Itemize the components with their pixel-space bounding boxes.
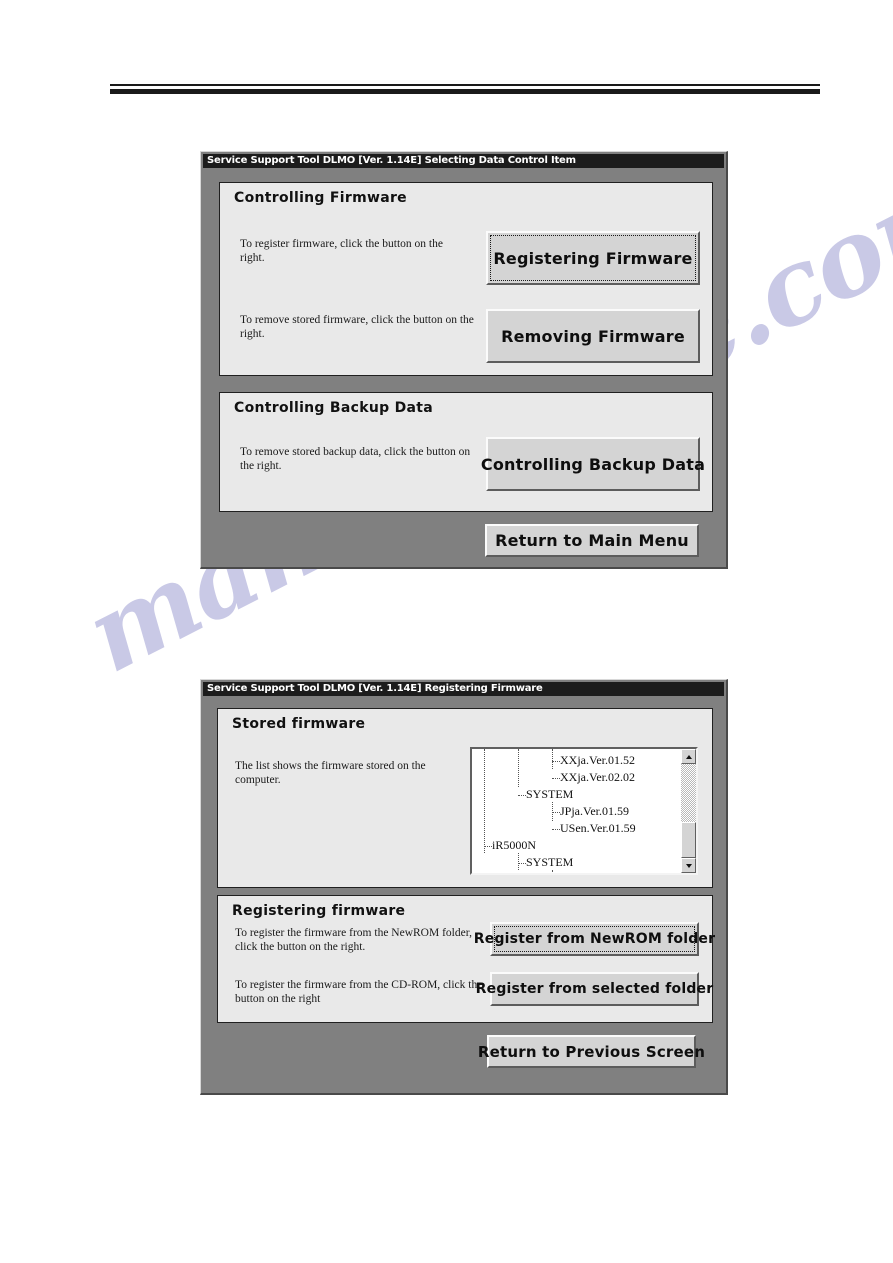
register-from-selected-folder-button-label: Register from selected folder: [475, 981, 714, 997]
tree-node-label: USen.Ver.01.59: [560, 821, 638, 835]
group-registering-firmware-title: Registering firmware: [232, 903, 406, 919]
tree-row[interactable]: SYSTEM: [472, 786, 696, 803]
tree-elbow: [552, 829, 560, 830]
tree-guide-root: [484, 749, 485, 853]
group-registering-firmware: Registering firmware To register the fir…: [217, 895, 715, 1023]
tree-elbow: [552, 761, 560, 762]
tree-guide-level3-c: [552, 870, 553, 873]
registering-firmware-button-label: Registering Firmware: [493, 248, 693, 268]
window2-titlebar: Service Support Tool DLMO [Ver. 1.14E] R…: [203, 682, 724, 696]
group-controlling-backup-data: Controlling Backup Data To remove stored…: [219, 392, 713, 512]
stored-firmware-listbox[interactable]: XXja.Ver.01.52 XXja.Ver.02.02 SYSTEM JPj…: [470, 747, 698, 875]
window-registering-firmware: Service Support Tool DLMO [Ver. 1.14E] R…: [200, 679, 728, 1095]
desc-stored-firmware: The list shows the firmware stored on th…: [235, 760, 426, 786]
arrow-up-icon: [685, 754, 692, 759]
removing-firmware-button[interactable]: Removing Firmware: [486, 309, 700, 363]
return-to-main-menu-button-label: Return to Main Menu: [495, 531, 689, 550]
tree-elbow: [484, 846, 492, 847]
header-rule-thin: [110, 84, 820, 86]
group-controlling-firmware-title: Controlling Firmware: [234, 190, 407, 206]
register-from-newrom-folder-button[interactable]: Register from NewROM folder: [474, 922, 715, 956]
tree-row[interactable]: USen.Ver.01.59: [472, 820, 696, 837]
group-stored-firmware-title: Stored firmware: [232, 716, 366, 732]
desc-register-from-cdrom: To register the firmware from the CD-ROM…: [235, 979, 483, 1005]
window2-body: Stored firmware The list shows the firmw…: [201, 696, 726, 1068]
desc-remove-firmware: To remove stored firmware, click the but…: [240, 314, 474, 340]
registering-firmware-button[interactable]: Registering Firmware: [486, 231, 700, 285]
tree-node-label: JPja.Ver.01.59: [560, 804, 631, 818]
group-controlling-firmware: Controlling Firmware To register firmwar…: [219, 182, 713, 376]
header-rule-thick: [110, 89, 820, 94]
controlling-backup-data-button[interactable]: Controlling Backup Data: [481, 437, 705, 491]
tree-node-label: iR5000N: [492, 838, 539, 852]
controlling-backup-data-button-label: Controlling Backup Data: [480, 454, 706, 474]
tree-node-label: SYSTEM: [526, 787, 576, 801]
scrollbar-thumb[interactable]: [681, 822, 696, 858]
window1-body: Controlling Firmware To register firmwar…: [201, 168, 726, 557]
tree-row[interactable]: JPja.Ver.02.04: [472, 871, 696, 873]
tree-node-label: SYSTEM: [526, 855, 576, 869]
scroll-down-button[interactable]: [681, 858, 696, 873]
window1-title-text: Service Support Tool DLMO [Ver. 1.14E] S…: [207, 155, 576, 166]
tree-elbow: [518, 863, 526, 864]
return-to-main-menu-button[interactable]: Return to Main Menu: [485, 524, 699, 557]
tree-node-label: XXja.Ver.01.52: [560, 753, 637, 767]
register-from-selected-folder-button[interactable]: Register from selected folder: [476, 972, 713, 1006]
group-controlling-backup-data-title: Controlling Backup Data: [234, 400, 434, 416]
tree-elbow: [552, 812, 560, 813]
tree-row[interactable]: SYSTEM: [472, 854, 696, 871]
firmware-tree-scrollbar[interactable]: [681, 749, 696, 873]
tree-guide-level3-a: [552, 749, 553, 769]
tree-row[interactable]: XXja.Ver.01.52: [472, 752, 696, 769]
tree-guide-level2-b: [518, 853, 519, 870]
window-selecting-data-control-item: Service Support Tool DLMO [Ver. 1.14E] S…: [200, 151, 728, 569]
return-to-previous-screen-button[interactable]: Return to Previous Screen: [478, 1035, 705, 1068]
firmware-tree[interactable]: XXja.Ver.01.52 XXja.Ver.02.02 SYSTEM JPj…: [472, 749, 696, 873]
tree-row[interactable]: iR5000N: [472, 837, 696, 854]
tree-elbow: [552, 778, 560, 779]
tree-node-label: JPja.Ver.02.04: [560, 872, 631, 873]
window2-title-text: Service Support Tool DLMO [Ver. 1.14E] R…: [207, 683, 543, 694]
desc-register-from-newrom: To register the firmware from the NewROM…: [235, 927, 472, 953]
desc-controlling-backup-data: To remove stored backup data, click the …: [240, 446, 471, 472]
group-stored-firmware: Stored firmware The list shows the firmw…: [217, 708, 713, 888]
removing-firmware-button-label: Removing Firmware: [501, 326, 685, 346]
return-to-previous-screen-button-label: Return to Previous Screen: [477, 1042, 706, 1061]
desc-register-firmware: To register firmware, click the button o…: [240, 238, 443, 264]
window1-titlebar: Service Support Tool DLMO [Ver. 1.14E] S…: [203, 154, 724, 168]
arrow-down-icon: [685, 863, 692, 868]
tree-elbow: [518, 795, 526, 796]
tree-row[interactable]: XXja.Ver.02.02: [472, 769, 696, 786]
tree-row[interactable]: JPja.Ver.01.59: [472, 803, 696, 820]
scroll-up-button[interactable]: [681, 749, 696, 764]
tree-node-label: XXja.Ver.02.02: [560, 770, 637, 784]
tree-guide-level2-a: [518, 749, 519, 787]
register-from-newrom-folder-button-label: Register from NewROM folder: [473, 931, 716, 947]
